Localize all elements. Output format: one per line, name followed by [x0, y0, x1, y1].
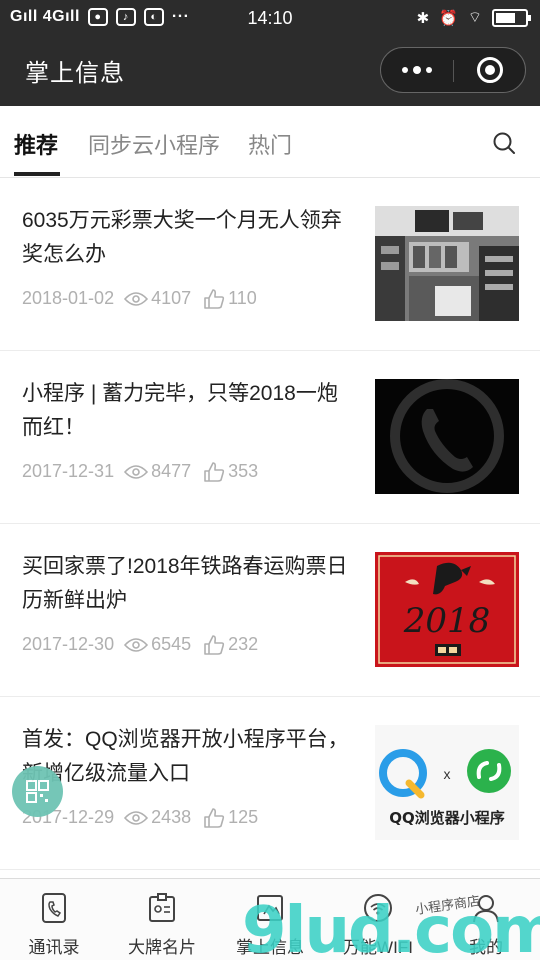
article-thumbnail: 2018 — [375, 552, 519, 667]
eye-icon — [124, 810, 149, 825]
article-meta: 2017-12-30 6545 232 — [22, 634, 270, 655]
page-title: 掌上信息 — [25, 60, 125, 87]
article-thumbnail — [375, 379, 519, 494]
tabbar-wifi[interactable]: 万能WIFI — [324, 879, 432, 960]
article-date: 2017-12-30 — [22, 634, 115, 654]
thumbnail-year: 2018 — [403, 601, 491, 641]
thumbs-up-icon — [204, 288, 225, 309]
tabbar-label: 万能WIFI — [343, 938, 413, 957]
article-thumbnail: x QQ浏览器小程序 — [375, 725, 519, 840]
bottom-tab-bar: 通讯录 大牌名片 掌上信息 万能WIFI 我的 — [0, 878, 540, 960]
card-icon — [149, 893, 175, 922]
tab-hot[interactable]: 热门 — [248, 128, 292, 160]
tab-sync-cloud[interactable]: 同步云小程序 — [88, 128, 220, 160]
wifi-status-icon: ⌔ — [467, 9, 482, 26]
tab-recommended[interactable]: 推荐 — [14, 128, 58, 160]
category-tabs: 推荐 同步云小程序 热门 — [0, 106, 540, 178]
tabbar-label: 大牌名片 — [128, 938, 196, 957]
eye-icon — [124, 464, 149, 479]
view-count: 8477 — [151, 461, 192, 481]
tabbar-label: 我的 — [469, 938, 503, 957]
info-icon — [257, 895, 283, 921]
article-date: 2018-01-02 — [22, 288, 115, 308]
search-icon[interactable] — [492, 131, 516, 155]
user-icon — [473, 895, 499, 923]
article-list: 6035万元彩票大奖一个月无人领弃奖怎么办 2018-01-02 4107 11… — [0, 178, 540, 870]
thumbs-up-icon — [204, 634, 225, 655]
capsule-divider — [453, 60, 454, 82]
article-title: 买回家票了!2018年铁路春运购票日历新鲜出炉 — [22, 555, 348, 612]
article-title: 6035万元彩票大奖一个月无人领弃奖怎么办 — [22, 209, 342, 266]
mini-program-capsule — [380, 47, 526, 93]
tabbar-contacts[interactable]: 通讯录 — [0, 879, 108, 960]
tabbar-label: 掌上信息 — [236, 938, 304, 957]
like-count: 125 — [228, 807, 259, 827]
battery-icon — [492, 8, 531, 27]
tabbar-info[interactable]: 掌上信息 — [216, 879, 324, 960]
active-tab-indicator — [14, 172, 60, 176]
eye-icon — [124, 637, 149, 652]
more-menu-button[interactable] — [381, 48, 453, 92]
like-count: 353 — [228, 461, 259, 481]
thumbs-up-icon — [204, 461, 225, 482]
tabbar-label: 通讯录 — [28, 938, 80, 957]
article-date: 2017-12-31 — [22, 461, 115, 481]
thumbnail-x-mark: x — [444, 766, 451, 782]
tabbar-business-card[interactable]: 大牌名片 — [108, 879, 216, 960]
wifi-icon — [364, 894, 392, 922]
qr-code-button[interactable] — [12, 766, 63, 817]
thumbnail-caption: QQ浏览器小程序 — [389, 809, 505, 827]
bluetooth-icon: ✱ — [416, 9, 430, 27]
more-dot-icon — [402, 67, 408, 73]
article-thumbnail — [375, 206, 519, 321]
article-meta: 2018-01-02 4107 110 — [22, 288, 269, 309]
like-count: 232 — [228, 634, 259, 654]
more-dot-icon — [413, 66, 421, 74]
article-item[interactable]: 首发：QQ浏览器开放小程序平台，新增亿级流量入口 2017-12-29 2438… — [0, 697, 540, 870]
status-right: ✱ ⏰ ⌔ — [416, 8, 531, 27]
more-dot-icon — [426, 67, 432, 73]
close-mini-program-button[interactable] — [477, 57, 503, 83]
article-meta: 2017-12-31 8477 353 — [22, 461, 270, 482]
status-bar: Gıll 4Gıll ● ♪ ◐ ··· 14:10 ✱ ⏰ ⌔ — [0, 0, 540, 36]
article-item[interactable]: 小程序 | 蓄力完毕，只等2018一炮而红！ 2017-12-31 8477 3… — [0, 351, 540, 524]
article-title: 首发：QQ浏览器开放小程序平台，新增亿级流量入口 — [22, 728, 349, 785]
thumbs-up-icon — [204, 807, 225, 828]
like-count: 110 — [228, 288, 257, 308]
alarm-icon: ⏰ — [439, 9, 458, 27]
qr-code-icon — [26, 780, 49, 803]
contacts-icon — [42, 893, 66, 923]
tabbar-me[interactable]: 我的 — [432, 879, 540, 960]
nav-bar: 掌上信息 — [0, 36, 540, 106]
view-count: 4107 — [151, 288, 192, 308]
article-title: 小程序 | 蓄力完毕，只等2018一炮而红！ — [22, 382, 338, 439]
eye-icon — [124, 291, 149, 306]
article-item[interactable]: 6035万元彩票大奖一个月无人领弃奖怎么办 2018-01-02 4107 11… — [0, 178, 540, 351]
view-count: 2438 — [151, 807, 192, 827]
article-item[interactable]: 买回家票了!2018年铁路春运购票日历新鲜出炉 2017-12-30 6545 … — [0, 524, 540, 697]
view-count: 6545 — [151, 634, 192, 654]
